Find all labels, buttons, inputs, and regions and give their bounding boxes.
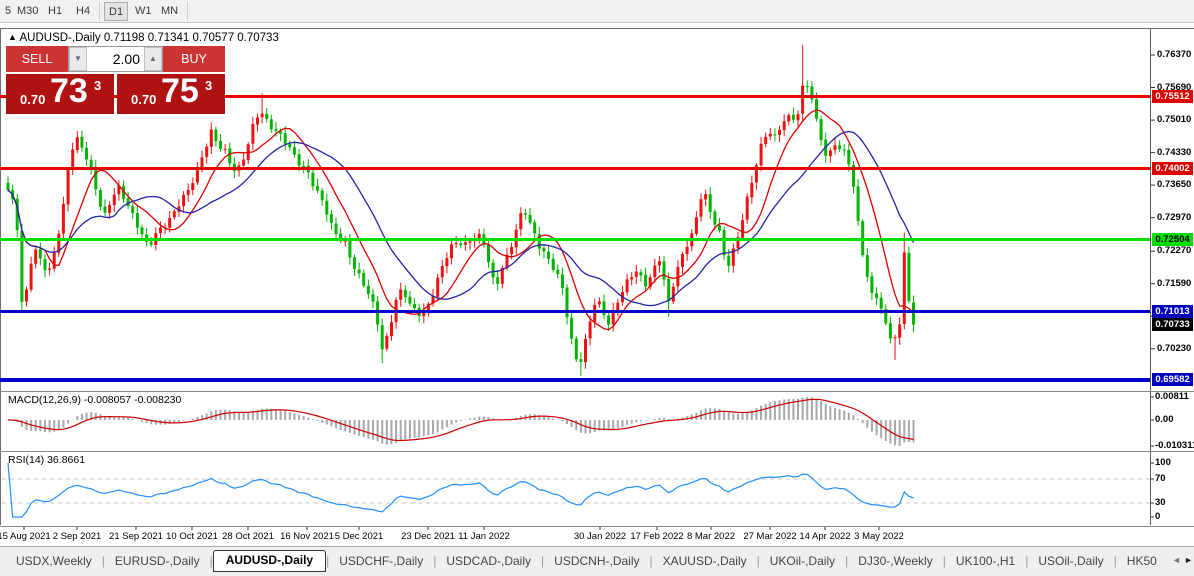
buy-price-pip: 3 bbox=[205, 78, 212, 93]
tab-uk100-h1[interactable]: UK100-,H1 bbox=[946, 552, 1025, 570]
rsi-axis-label: 100 bbox=[1155, 457, 1171, 468]
date-axis-label: 2 Sep 2021 bbox=[53, 531, 102, 542]
date-axis-label: 8 Mar 2022 bbox=[687, 531, 735, 542]
macd-axis-label: 0.00 bbox=[1155, 414, 1174, 425]
tab-dj30-weekly[interactable]: DJ30-,Weekly bbox=[848, 552, 942, 570]
price-axis-tick: 0.75010 bbox=[1157, 114, 1191, 125]
rsi-axis-label: 0 bbox=[1155, 511, 1160, 522]
tab-usdcnh-daily[interactable]: USDCNH-,Daily bbox=[544, 552, 649, 570]
date-axis-label: 11 Jan 2022 bbox=[458, 531, 510, 542]
date-axis-label: 10 Oct 2021 bbox=[166, 531, 218, 542]
tab-usoil-daily[interactable]: USOil-,Daily bbox=[1028, 552, 1113, 570]
horizontal-level-line[interactable] bbox=[0, 310, 1150, 313]
macd-panel-separator bbox=[0, 391, 1194, 392]
level-price-badge: 0.69582 bbox=[1152, 373, 1193, 386]
buy-price-tile[interactable]: 0.70 75 3 bbox=[117, 74, 225, 114]
macd-axis-label: -0.010311 bbox=[1155, 440, 1194, 451]
price-axis-tick: 0.72270 bbox=[1157, 245, 1191, 256]
date-axis-label: 30 Jan 2022 bbox=[574, 531, 626, 542]
date-axis-label: 27 Mar 2022 bbox=[743, 531, 796, 542]
buy-button[interactable]: BUY bbox=[163, 46, 225, 72]
price-axis-tick: 0.70230 bbox=[1157, 343, 1191, 354]
date-axis-label: 17 Feb 2022 bbox=[630, 531, 683, 542]
tab-hk50[interactable]: HK50 bbox=[1117, 552, 1167, 570]
rsi-indicator-label: RSI(14) 36.8661 bbox=[8, 454, 85, 466]
horizontal-level-line[interactable] bbox=[0, 238, 1150, 241]
volume-input[interactable] bbox=[87, 47, 144, 71]
date-axis-label: 28 Oct 2021 bbox=[222, 531, 274, 542]
chart-top-border bbox=[0, 28, 1194, 29]
volume-increase-button[interactable]: ▲ bbox=[144, 47, 162, 71]
current-price-badge: 0.70733 bbox=[1152, 318, 1193, 331]
rsi-axis-label: 70 bbox=[1155, 473, 1166, 484]
sell-price-pip: 3 bbox=[94, 78, 101, 93]
trading-platform-window: 5M30H1H4D1W1MN ▲ AUDUSD-,Daily 0.71198 0… bbox=[0, 0, 1194, 576]
date-axis-label: 3 May 2022 bbox=[854, 531, 904, 542]
sell-price-tile[interactable]: 0.70 73 3 bbox=[6, 74, 114, 114]
price-axis-tick: 0.74330 bbox=[1157, 147, 1191, 158]
tab-xauusd-daily[interactable]: XAUUSD-,Daily bbox=[653, 552, 757, 570]
date-axis-label: 5 Dec 2021 bbox=[335, 531, 384, 542]
tab-usdx-weekly[interactable]: USDX,Weekly bbox=[6, 552, 102, 570]
sell-price-prefix: 0.70 bbox=[20, 92, 45, 107]
symbol-marker-icon: ▲ bbox=[8, 32, 17, 42]
volume-decrease-button[interactable]: ▼ bbox=[69, 47, 87, 71]
date-axis-label: 14 Apr 2022 bbox=[799, 531, 850, 542]
one-click-trade-panel: SELL ▼ ▲ BUY 0.70 73 3 0.70 75 3 bbox=[6, 46, 225, 114]
tab-usdchf-daily[interactable]: USDCHF-,Daily bbox=[329, 552, 433, 570]
price-axis-tick: 0.72970 bbox=[1157, 212, 1191, 223]
rsi-panel-separator bbox=[0, 451, 1194, 452]
buy-price-prefix: 0.70 bbox=[131, 92, 156, 107]
chart-ohlc-values: 0.71198 0.71341 0.70577 0.70733 bbox=[104, 32, 279, 44]
chart-symbol-label: AUDUSD-,Daily bbox=[19, 32, 100, 44]
sell-button[interactable]: SELL bbox=[6, 46, 68, 72]
tab-eurusd-daily[interactable]: EURUSD-,Daily bbox=[105, 552, 210, 570]
date-axis-label: 21 Sep 2021 bbox=[109, 531, 163, 542]
date-axis-separator bbox=[0, 526, 1194, 527]
buy-price-big: 75 bbox=[161, 72, 199, 111]
price-axis-tick: 0.71590 bbox=[1157, 278, 1191, 289]
horizontal-level-line[interactable] bbox=[0, 378, 1150, 382]
tab-ukoil-daily[interactable]: UKOil-,Daily bbox=[760, 552, 845, 570]
level-price-badge: 0.75512 bbox=[1152, 90, 1193, 103]
sell-price-big: 73 bbox=[50, 72, 88, 111]
level-price-badge: 0.72504 bbox=[1152, 233, 1193, 246]
date-axis-label: 16 Nov 2021 bbox=[280, 531, 334, 542]
date-axis-label: 15 Aug 2021 bbox=[0, 531, 51, 542]
level-price-badge: 0.71013 bbox=[1152, 305, 1193, 318]
tab-usdcad-daily[interactable]: USDCAD-,Daily bbox=[436, 552, 541, 570]
chart-ohlc-header: ▲ AUDUSD-,Daily 0.71198 0.71341 0.70577 … bbox=[8, 32, 279, 44]
macd-indicator-label: MACD(12,26,9) -0.008057 -0.008230 bbox=[8, 394, 181, 406]
tabs-scroll-right-icon[interactable]: ► bbox=[1184, 555, 1193, 565]
symbol-tabbar: USDX,Weekly|EURUSD-,Daily|AUDUSD-,Daily|… bbox=[0, 546, 1194, 576]
level-price-badge: 0.74002 bbox=[1152, 162, 1193, 175]
rsi-axis-label: 30 bbox=[1155, 497, 1166, 508]
macd-axis-label: 0.00811 bbox=[1155, 391, 1189, 402]
price-axis-tick: 0.76370 bbox=[1157, 49, 1191, 60]
date-axis-label: 23 Dec 2021 bbox=[401, 531, 455, 542]
tab-audusd-daily[interactable]: AUDUSD-,Daily bbox=[213, 550, 326, 572]
volume-box: ▼ ▲ bbox=[68, 46, 163, 72]
tabs-scroll-left-icon[interactable]: ◄ bbox=[1172, 555, 1181, 565]
price-axis-tick: 0.73650 bbox=[1157, 179, 1191, 190]
horizontal-level-line[interactable] bbox=[0, 167, 1150, 170]
